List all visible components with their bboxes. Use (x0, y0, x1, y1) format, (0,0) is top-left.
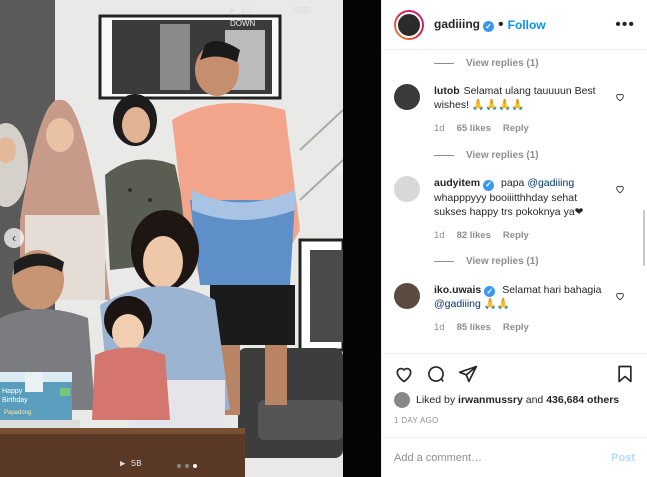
comment-item: iko.uwais ✓ Selamat hari bahagia @gadiiin… (394, 275, 635, 336)
reply-button[interactable]: Reply (503, 229, 529, 243)
instagram-post: DOWN Happy Birthday Papadong ▶ 15 SCRL ▶… (0, 0, 647, 477)
comment-time[interactable]: 1d (434, 321, 445, 335)
comment-like-heart-icon[interactable] (615, 92, 625, 102)
liker-avatar[interactable] (394, 392, 410, 408)
more-horizontal-icon[interactable]: ••• (615, 16, 635, 34)
commenter-username[interactable]: audyitem ✓ (434, 177, 495, 191)
commenter-username[interactable]: lutob (434, 85, 460, 97)
carousel-dot-active (193, 464, 197, 468)
film-strip-bottom: ▶ 5B (0, 459, 343, 471)
view-replies-button[interactable]: View replies (1) (434, 50, 635, 76)
post-header: gadiiing ✓ • Follow ••• (382, 0, 647, 50)
post-media: DOWN Happy Birthday Papadong ▶ 15 SCRL ▶… (0, 0, 381, 477)
comment-likes[interactable]: 65 likes (457, 122, 491, 136)
comment-likes[interactable]: 82 likes (457, 229, 491, 243)
author-username[interactable]: gadiiing ✓ (434, 17, 494, 32)
comment-icon[interactable] (426, 364, 446, 384)
post-actions-area: Liked by irwanmussry and 436,684 others … (382, 353, 647, 435)
film-frame-number-bottom: ▶ 5B (120, 459, 142, 469)
cake-text-birthday: Birthday (2, 397, 28, 404)
carousel-prev-button[interactable]: ‹ (4, 228, 24, 248)
comments-list[interactable]: View replies (1) lutob Selamat ulang tauu… (382, 50, 647, 353)
commenter-avatar[interactable] (394, 176, 420, 202)
comment-text: Selamat hari bahagia (502, 283, 602, 296)
verified-badge-icon: ✓ (483, 179, 495, 191)
liked-by-row: Liked by irwanmussry and 436,684 others (394, 392, 635, 408)
carousel-dot (185, 464, 189, 468)
view-replies-button[interactable]: View replies (1) (434, 249, 635, 275)
film-strip-top: ▶ 15 SCRL (0, 6, 343, 18)
share-icon[interactable] (458, 364, 478, 384)
comment-meta: 1d 85 likes Reply (434, 321, 604, 335)
carousel-indicator (177, 464, 197, 468)
film-label-top: SCRL (292, 6, 314, 16)
reply-button[interactable]: Reply (503, 321, 529, 335)
verified-badge-icon: ✓ (484, 286, 496, 297)
comment-meta: 1d 82 likes Reply (434, 229, 604, 243)
mention-link[interactable]: @gadiiing (434, 298, 481, 310)
family-photo-illustration: DOWN Happy Birthday Papadong (0, 0, 343, 477)
comments-scrollbar[interactable] (643, 210, 645, 266)
action-bar (394, 362, 635, 386)
chevron-left-icon: ‹ (12, 231, 16, 245)
comment-text: papa (501, 177, 528, 189)
liked-by-middle: and (525, 394, 544, 406)
add-comment-bar: Post (382, 437, 647, 477)
comment-item: lutob Selamat ulang tauuuun Best wishes! … (394, 76, 635, 136)
comment-like-heart-icon[interactable] (615, 184, 625, 194)
liked-by-count[interactable]: 436,684 others (546, 394, 619, 406)
header-separator: • (498, 15, 504, 33)
post-sidebar: gadiiing ✓ • Follow ••• View replies (1) … (381, 0, 647, 477)
commenter-username[interactable]: iko.uwais ✓ (434, 284, 496, 297)
cake-text-happy: Happy (2, 388, 23, 395)
commenter-avatar[interactable] (394, 84, 420, 110)
comment-like-heart-icon[interactable] (615, 291, 625, 301)
comment-text-continued: 🙏🙏 (480, 298, 510, 310)
comment-time[interactable]: 1d (434, 122, 445, 136)
post-comment-button[interactable]: Post (611, 452, 635, 464)
heart-icon[interactable] (394, 364, 414, 384)
comment-input[interactable] (394, 451, 612, 464)
liked-by-prefix: Liked by (416, 394, 456, 406)
media-right-rail (337, 0, 381, 477)
follow-button[interactable]: Follow (508, 18, 546, 32)
cake-text-name: Papadong (4, 410, 31, 416)
bookmark-icon[interactable] (615, 364, 635, 384)
comment-meta: 1d 65 likes Reply (434, 122, 604, 136)
post-photo[interactable]: DOWN Happy Birthday Papadong (0, 0, 343, 477)
liked-by-user[interactable]: irwanmussry (458, 394, 523, 406)
film-frame-number-top: ▶ 15 (230, 6, 252, 16)
commenter-avatar[interactable] (394, 282, 420, 309)
verified-badge-icon: ✓ (483, 21, 494, 32)
rail-dot (337, 165, 343, 175)
comment-text-continued: whapppyyy booiiitthhday sehat sukses hap… (434, 191, 584, 218)
carousel-dot (177, 464, 181, 468)
mention-link[interactable]: @gadiiing (527, 177, 574, 189)
comment-likes[interactable]: 85 likes (457, 321, 491, 335)
comment-item: audyitem ✓ papa @gadiiing whapppyyy booii… (394, 168, 635, 243)
author-avatar[interactable] (394, 9, 424, 40)
photo-sign-text: DOWN (230, 19, 256, 28)
reply-button[interactable]: Reply (503, 122, 529, 136)
post-timestamp[interactable]: 1 DAY AGO (394, 416, 635, 425)
view-replies-button[interactable]: View replies (1) (434, 142, 635, 168)
comment-time[interactable]: 1d (434, 229, 445, 243)
